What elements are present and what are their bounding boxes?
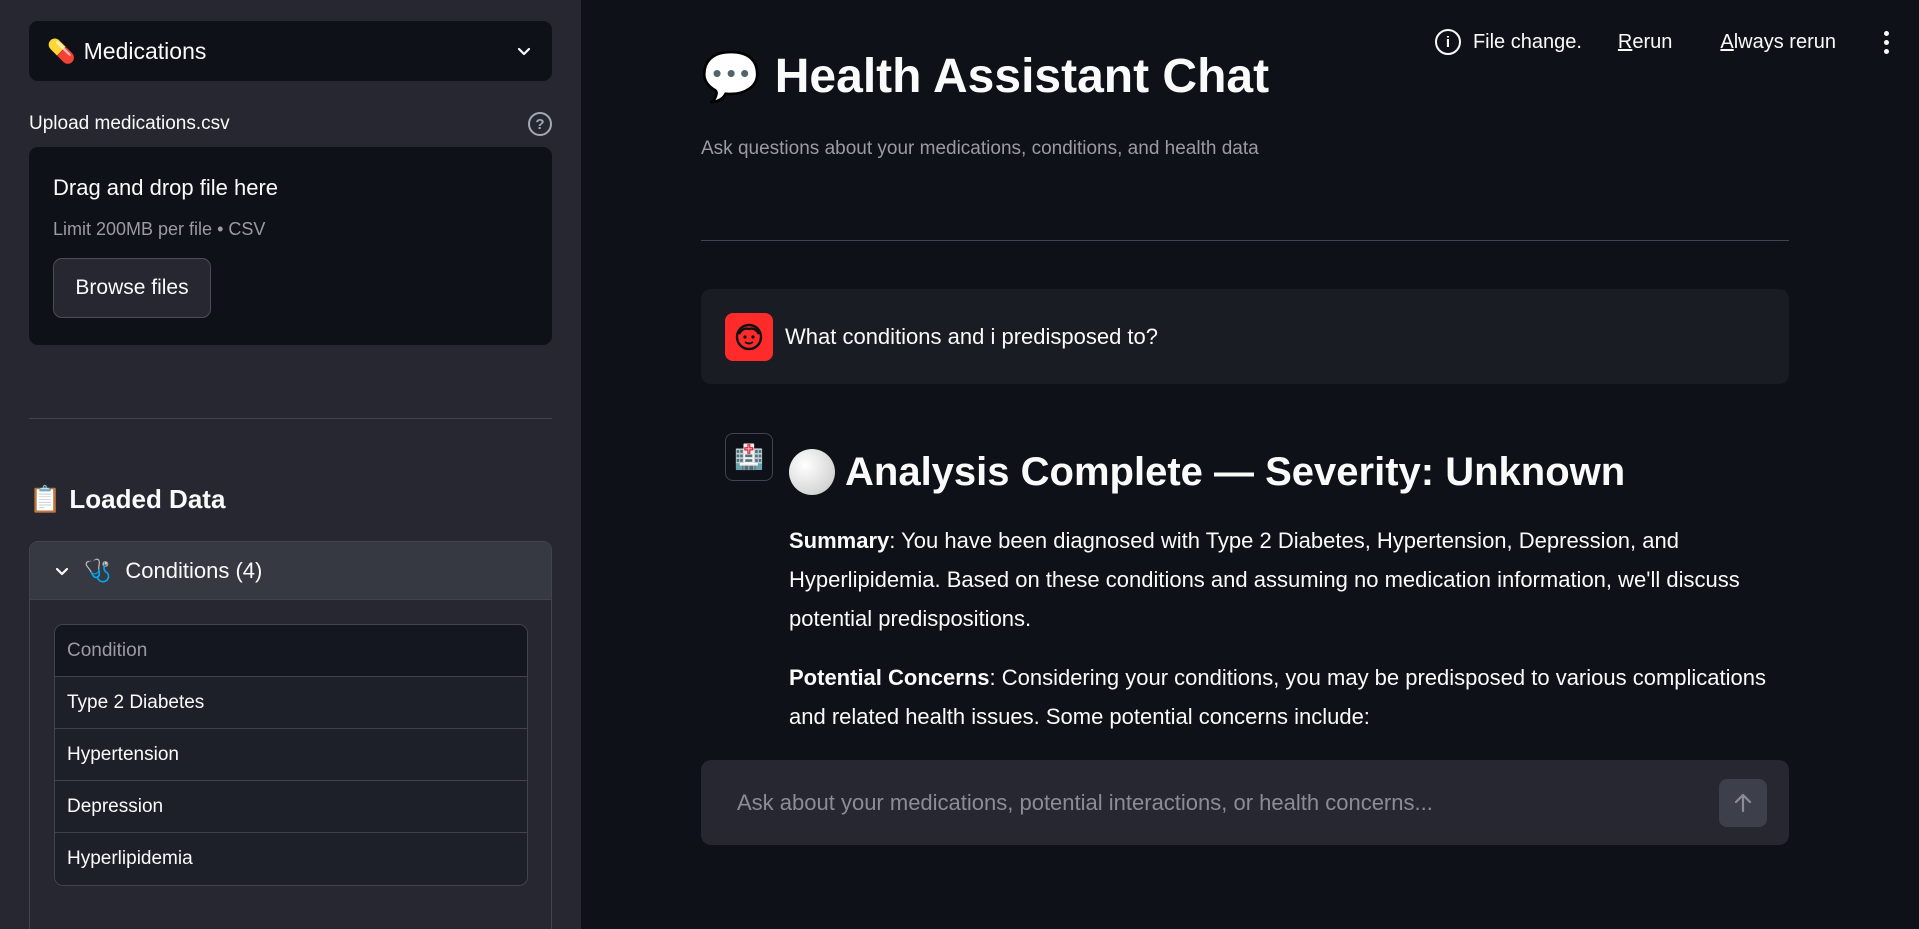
file-dropzone[interactable]: Drag and drop file here Limit 200MB per … xyxy=(29,147,552,345)
always-rerun-button[interactable]: Always rerun xyxy=(1720,31,1836,54)
rerun-button[interactable]: Rerun xyxy=(1618,31,1672,54)
table-row[interactable]: Type 2 Diabetes xyxy=(55,677,527,729)
sidebar-divider xyxy=(29,418,552,419)
page-title: 💬 Health Assistant Chat xyxy=(701,48,1269,105)
upload-label: Upload medications.csv xyxy=(29,113,230,134)
arrow-up-icon xyxy=(1734,793,1752,812)
concerns-label: Potential Concerns xyxy=(789,665,990,690)
conditions-table: Condition Type 2 Diabetes Hypertension D… xyxy=(54,624,528,886)
main-menu-icon[interactable] xyxy=(1884,30,1889,54)
assistant-heading-text: Analysis Complete — Severity: Unknown xyxy=(845,449,1626,494)
always-rerun-hotkey: A xyxy=(1720,30,1734,53)
summary-label: Summary xyxy=(789,528,890,553)
file-change-text: File change. xyxy=(1472,30,1582,53)
main-area: 💬 Health Assistant Chat Ask questions ab… xyxy=(581,0,1919,929)
loaded-data-heading: 📋 Loaded Data xyxy=(29,484,225,515)
chevron-down-icon xyxy=(517,47,531,56)
page-title-text: Health Assistant Chat xyxy=(774,50,1270,103)
user-message-text: What conditions and i predisposed to? xyxy=(785,323,1159,349)
clipboard-icon: 📋 xyxy=(29,484,62,514)
white-circle-icon xyxy=(789,449,835,495)
speech-bubble-icon: 💬 xyxy=(701,51,761,104)
assistant-heading: Analysis Complete — Severity: Unknown xyxy=(789,449,1789,495)
hospital-icon: 🏥 xyxy=(725,433,773,481)
pill-icon: 💊 xyxy=(47,37,76,64)
concerns-paragraph: Potential Concerns: Considering your con… xyxy=(789,658,1789,733)
chat-input-bar xyxy=(701,760,1789,845)
dropzone-title: Drag and drop file here xyxy=(53,175,279,200)
send-button[interactable] xyxy=(1719,778,1767,827)
summary-text: : You have been diagnosed with Type 2 Di… xyxy=(789,528,1740,631)
chevron-down-icon xyxy=(55,567,69,575)
conditions-expander-label: Conditions (4) xyxy=(125,557,263,583)
medications-select[interactable]: 💊 Medications xyxy=(29,21,552,81)
conditions-expander: 🩺 Conditions (4) Condition Type 2 Diabet… xyxy=(29,541,552,929)
info-icon: i xyxy=(1434,29,1461,55)
rerun-label-rest: erun xyxy=(1632,30,1673,53)
loaded-data-title: Loaded Data xyxy=(69,484,226,514)
always-rerun-label-rest: lways rerun xyxy=(1733,30,1836,53)
stethoscope-icon: 🩺 xyxy=(84,557,112,583)
dropzone-limit: Limit 200MB per file • CSV xyxy=(53,219,266,239)
upload-label-row: Upload medications.csv ? xyxy=(29,110,552,138)
main-divider xyxy=(701,240,1789,241)
table-row[interactable]: Hyperlipidemia xyxy=(55,833,527,885)
page-subtitle: Ask questions about your medications, co… xyxy=(701,138,1259,159)
table-row[interactable]: Hypertension xyxy=(55,729,527,781)
assistant-message: 🏥 Analysis Complete — Severity: Unknown … xyxy=(725,433,1789,733)
table-row[interactable]: Depression xyxy=(55,781,527,833)
help-icon[interactable]: ? xyxy=(528,112,552,136)
conditions-expander-body: Condition Type 2 Diabetes Hypertension D… xyxy=(30,600,551,910)
top-toolbar: i File change. Rerun Always rerun xyxy=(1359,0,1919,84)
file-change-status: i File change. xyxy=(1434,29,1582,55)
browse-files-button[interactable]: Browse files xyxy=(53,258,211,318)
medications-select-label-group: 💊 Medications xyxy=(47,38,206,65)
table-header-condition[interactable]: Condition xyxy=(55,625,527,677)
conditions-expander-header[interactable]: 🩺 Conditions (4) xyxy=(30,542,551,600)
user-avatar xyxy=(725,312,773,361)
rerun-hotkey: R xyxy=(1617,30,1633,53)
medications-select-label: Medications xyxy=(83,37,207,64)
chat-input[interactable] xyxy=(737,789,1637,816)
sidebar: 💊 Medications Upload medications.csv ? D… xyxy=(0,0,581,929)
assistant-message-content: Analysis Complete — Severity: Unknown Su… xyxy=(789,449,1789,733)
user-message: What conditions and i predisposed to? xyxy=(701,289,1789,384)
user-face-icon xyxy=(735,323,763,350)
summary-paragraph: Summary: You have been diagnosed with Ty… xyxy=(789,521,1789,638)
